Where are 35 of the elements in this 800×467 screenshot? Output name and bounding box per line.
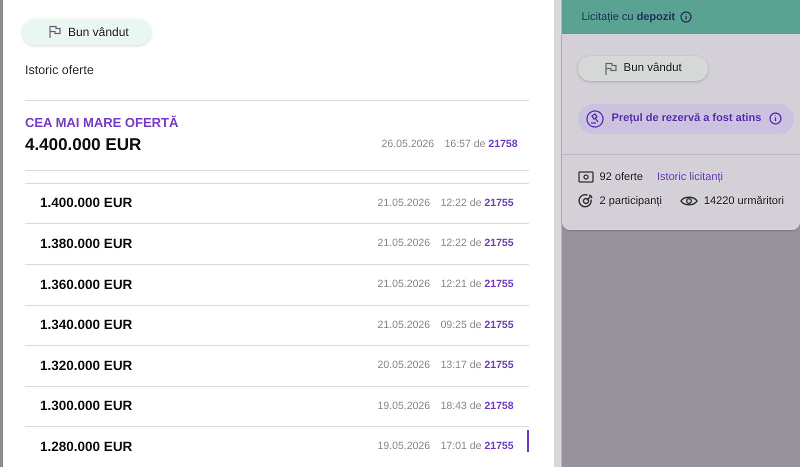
offer-meta: 21.05.2026 09:25 de 21755: [378, 318, 514, 332]
offer-meta: 26.05.2026 16:57 de 21758: [382, 137, 518, 152]
participants-count: 2 participanți: [600, 194, 662, 210]
offer-amount: 1.280.000 EUR: [40, 438, 132, 456]
offer-amount: 1.300.000 EUR: [40, 397, 132, 416]
eye-icon: [680, 195, 698, 208]
offer-amount: 1.360.000 EUR: [40, 276, 132, 294]
offer-amount: 1.320.000 EUR: [40, 356, 132, 375]
info-icon[interactable]: [680, 11, 692, 23]
offer-amount: 1.380.000 EUR: [40, 235, 132, 254]
flag-icon: [604, 62, 618, 76]
gavel-icon: [586, 110, 604, 128]
offer-amount: 1.340.000 EUR: [40, 316, 132, 334]
target-icon: [578, 193, 594, 210]
watchers-count: 14220 urmăritori: [704, 194, 784, 210]
header-text: Licitație cu depozit: [582, 10, 676, 25]
offers-count: 92 oferte: [600, 170, 643, 185]
bidders-history-link[interactable]: Istoric licitanți: [656, 168, 723, 186]
sold-button[interactable]: Bun vândut: [22, 19, 151, 45]
info-icon[interactable]: [769, 112, 782, 126]
highest-offer-amount: 4.400.000 EUR: [25, 134, 142, 156]
scrollbar-thumb[interactable]: [526, 430, 529, 452]
offer-meta: 19.05.2026 17:01 de 21755: [378, 439, 514, 454]
offer-amount: 1.400.000 EUR: [40, 194, 132, 212]
offer-meta: 21.05.2026 12:22 de 21755: [378, 196, 514, 211]
highest-offer-label: CEA MAI MARE OFERTĂ: [25, 114, 180, 132]
offer-meta: 20.05.2026 13:17 de 21755: [378, 358, 514, 374]
reserve-text: Prețul de rezervă a fost atins: [612, 111, 762, 126]
offer-meta: 21.05.2026 12:22 de 21755: [378, 236, 514, 252]
flag-icon: [48, 25, 62, 39]
offer-meta: 19.05.2026 18:43 de 21758: [378, 398, 514, 414]
section-title: Istoric oferte: [25, 62, 95, 79]
sold-button[interactable]: Bun vândut: [578, 56, 708, 82]
offer-meta: 21.05.2026 12:21 de 21755: [378, 276, 514, 292]
ticket-icon: [578, 170, 594, 184]
